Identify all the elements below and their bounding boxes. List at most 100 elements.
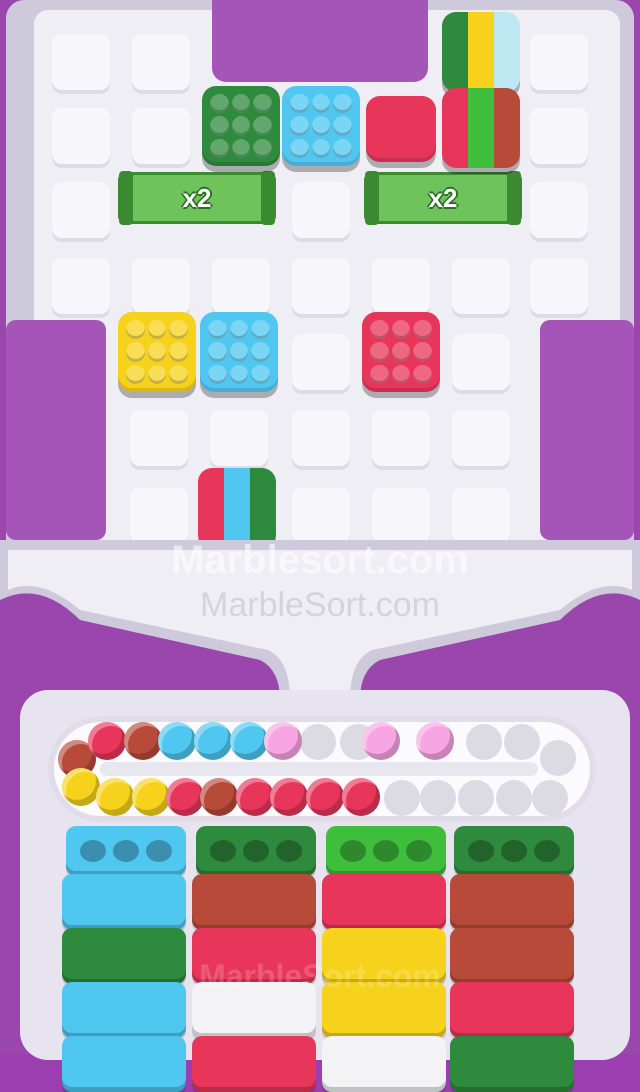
block-cyan-2[interactable]	[200, 312, 278, 392]
tube-hole	[372, 840, 399, 862]
block-marble	[229, 342, 249, 362]
tube-dark-green-2[interactable]	[454, 826, 574, 876]
tube-light-green[interactable]	[326, 826, 446, 876]
board-cell	[452, 258, 510, 314]
multiplier-cap	[507, 171, 521, 225]
board-pocket-left	[6, 320, 106, 540]
multiplier-bar-right: x2	[364, 171, 522, 225]
marble	[62, 768, 100, 806]
conveyor-slot	[532, 780, 568, 816]
block-crimson-2[interactable]	[362, 312, 440, 392]
block-marble	[333, 116, 352, 136]
board-cell	[292, 334, 350, 390]
block-marble	[391, 364, 411, 384]
tube-hole	[112, 840, 139, 862]
board-cell	[292, 182, 350, 238]
tube-hole	[467, 840, 494, 862]
marble	[306, 778, 344, 816]
marble	[200, 778, 238, 816]
block-stripe	[468, 12, 494, 92]
board-cell	[452, 334, 510, 390]
conveyor-slot	[300, 724, 336, 760]
multiplier-cap	[261, 171, 275, 225]
block-marble	[333, 94, 352, 114]
conveyor-slot	[504, 724, 540, 760]
block-marble	[229, 320, 249, 340]
board-cell	[130, 410, 188, 466]
board-cell	[132, 258, 190, 314]
block-marble	[169, 342, 188, 362]
watermark-secondary: MarbleSort.com	[200, 586, 440, 624]
tube-cyan[interactable]	[66, 826, 186, 876]
multiplier-cap	[119, 171, 133, 225]
block-marble	[370, 320, 389, 340]
board-cell	[52, 182, 110, 238]
board-cell	[132, 108, 190, 164]
board-cell	[292, 258, 350, 314]
block-cyan[interactable]	[282, 86, 360, 166]
block-marble	[147, 342, 167, 362]
block-stripe	[198, 468, 224, 548]
tube-hole	[534, 840, 561, 862]
block-striped-right[interactable]	[442, 88, 520, 168]
block-stripe	[250, 468, 276, 548]
block-marble	[253, 94, 272, 114]
block-marble	[311, 94, 331, 114]
marble	[96, 778, 134, 816]
conveyor-divider	[100, 762, 538, 776]
marble	[124, 722, 162, 760]
block-marble	[333, 138, 352, 158]
marble	[166, 778, 204, 816]
board-cell	[372, 410, 430, 466]
watermark-primary: Marblesort.com	[171, 538, 469, 582]
tube-hole	[339, 840, 366, 862]
block-marble	[231, 116, 251, 136]
block-marble	[126, 320, 145, 340]
block-marble	[253, 116, 272, 136]
tube-hole	[500, 840, 527, 862]
tube-hole	[209, 840, 236, 862]
marble	[362, 722, 400, 760]
tube-slot	[192, 1036, 316, 1092]
block-marble	[126, 342, 145, 362]
block-stripe	[224, 468, 250, 548]
board-cell	[52, 258, 110, 314]
tube-slot	[322, 1036, 446, 1092]
board-cell	[452, 410, 510, 466]
block-marble	[391, 342, 411, 362]
block-marble	[208, 342, 227, 362]
block-crimson[interactable]	[366, 96, 436, 162]
board-cell	[530, 182, 588, 238]
block-stripe	[442, 12, 468, 92]
multiplier-label: x2	[182, 182, 212, 213]
board-cell	[52, 108, 110, 164]
tube-hole	[79, 840, 106, 862]
block-marble	[413, 364, 432, 384]
tube-hole	[242, 840, 269, 862]
block-stripe	[442, 88, 468, 168]
block-yellow[interactable]	[118, 312, 196, 392]
board-cell	[210, 410, 268, 466]
tube-hole	[406, 840, 433, 862]
marble	[416, 722, 454, 760]
block-striped-bottom[interactable]	[198, 468, 276, 548]
board-cell	[530, 108, 588, 164]
board-cell	[130, 488, 188, 544]
tube-slot	[450, 1036, 574, 1092]
block-stripe	[468, 88, 494, 168]
block-dark-green[interactable]	[202, 86, 280, 166]
board-cell	[292, 488, 350, 544]
board-cell	[530, 34, 588, 90]
conveyor-slot	[466, 724, 502, 760]
board-cell	[372, 258, 430, 314]
block-marble	[251, 320, 270, 340]
block-marble	[251, 364, 270, 384]
block-marble	[169, 364, 188, 384]
block-marble	[208, 364, 227, 384]
block-marble	[147, 320, 167, 340]
tube-dark-green[interactable]	[196, 826, 316, 876]
board-cell	[52, 34, 110, 90]
marble	[236, 778, 274, 816]
tube-slot	[450, 874, 574, 930]
block-striped-top[interactable]	[442, 12, 520, 92]
